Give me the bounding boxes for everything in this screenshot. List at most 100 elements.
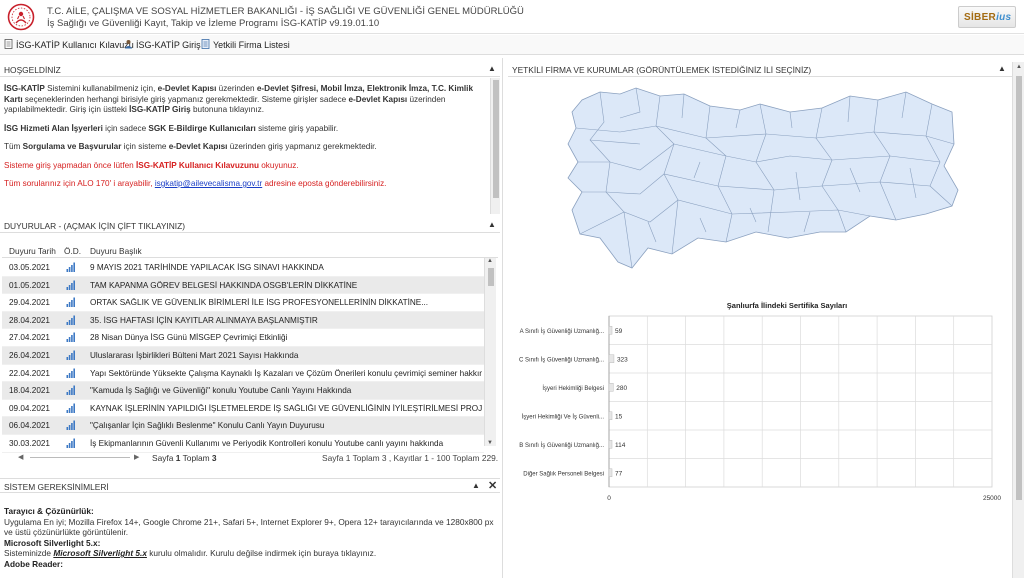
data-label: 323 — [617, 356, 628, 363]
right-scrollbar[interactable]: ▲ — [1012, 62, 1024, 578]
table-row[interactable]: 18.04.2021 "Kamuda İş Sağlığı ve Güvenliğ… — [2, 382, 484, 400]
prev-page-icon[interactable]: ◀ — [18, 453, 23, 461]
system-requirements-text: Tarayıcı & Çözünürlük: Uygulama En iyi; … — [4, 506, 494, 569]
next-page-icon[interactable]: ▶ — [134, 453, 139, 461]
announcements-panel-header: DUYURULAR - (AÇMAK İÇİN ÇİFT TIKLAYINIZ)… — [0, 218, 500, 233]
system-panel-title: SİSTEM GEREKSİNİMLERİ — [4, 482, 109, 492]
category-label: İşyeri Hekimliği Belgesi — [542, 385, 604, 392]
announcements-grid-header: Duyuru Tarih Ö.D. Duyuru Başlık — [2, 242, 498, 258]
table-row[interactable]: 29.04.2021 ORTAK SAĞLIK VE GÜVENLİK BİRİM… — [2, 294, 484, 312]
scroll-up-icon[interactable]: ▲ — [487, 258, 493, 264]
collapse-icon[interactable]: ▲ — [998, 64, 1006, 73]
bar — [608, 383, 614, 392]
row-date: 22.04.2021 — [9, 368, 50, 378]
category-label: Diğer Sağlık Personeli Belgesi — [523, 471, 604, 477]
table-row[interactable]: 03.05.2021 9 MAYIS 2021 TARİHİNDE YAPILAC… — [2, 259, 484, 277]
right-scroll-thumb[interactable] — [1016, 76, 1022, 500]
row-date: 29.04.2021 — [9, 298, 50, 308]
table-row[interactable]: 28.04.2021 35. İSG HAFTASI İÇİN KAYITLAR … — [2, 311, 484, 330]
row-title: 9 MAYIS 2021 TARİHİNDE YAPILACAK İSG SIN… — [90, 263, 324, 272]
org-title: T.C. AİLE, ÇALIŞMA VE SOSYAL HİZMETLER B… — [47, 6, 524, 17]
data-label: 15 — [615, 413, 623, 420]
category-label: B Sınıfı İş Güvenliği Uzmanlığ... — [519, 442, 604, 449]
table-row[interactable]: 01.05.2021 TAM KAPANMA GÖREV BELGESİ HAKK… — [2, 276, 484, 295]
signal-bars-icon — [66, 332, 75, 343]
collapse-icon[interactable]: ▲ — [472, 481, 480, 490]
row-title: 35. İSG HAFTASI İÇİN KAYITLAR ALINMAYA B… — [90, 315, 318, 325]
system-panel-header: SİSTEM GEREKSİNİMLERİ ▲ ✕ — [0, 478, 500, 493]
row-title: 28 Nisan Dünya İSG Günü MİSGEP Çevrimiçi… — [90, 333, 288, 343]
signal-bars-icon — [66, 297, 75, 308]
row-date: 27.04.2021 — [9, 333, 50, 343]
data-label: 280 — [616, 385, 627, 392]
row-title: Yapı Sektöründe Yüksekte Çalışma Kaynakl… — [90, 368, 482, 378]
document-icon — [4, 39, 13, 49]
scroll-down-icon[interactable]: ▼ — [487, 440, 493, 446]
collapse-icon[interactable]: ▲ — [488, 220, 496, 229]
row-date: 03.05.2021 — [9, 263, 50, 272]
row-date: 09.04.2021 — [9, 403, 50, 413]
data-label: 59 — [615, 328, 623, 335]
signal-bars-icon — [66, 368, 75, 378]
row-date: 18.04.2021 — [9, 386, 50, 396]
bar — [608, 411, 613, 420]
welcome-panel-header: HOŞGELDİNİZ ▲ — [0, 62, 500, 77]
firms-panel-title: YETKİLİ FİRMA VE KURUMLAR (GÖRÜNTÜLEMEK … — [512, 65, 812, 75]
table-row[interactable]: 09.04.2021 KAYNAK İŞLERİNİN YAPILDIĞI İŞL… — [2, 400, 484, 418]
table-row[interactable]: 22.04.2021 Yapı Sektöründe Yüksekte Çalış… — [2, 365, 484, 383]
data-label: 77 — [615, 470, 623, 477]
row-title: "Kamuda İş Sağlığı ve Güvenliği" konulu … — [90, 386, 352, 396]
category-label: İşyeri Hekimliği Ve İş Güvenli... — [522, 413, 605, 420]
table-row[interactable]: 26.04.2021 Uluslararası İşbirlikleri Bült… — [2, 347, 484, 365]
welcome-panel-title: HOŞGELDİNİZ — [4, 65, 61, 75]
authorized-firms-link[interactable]: Yetkili Firma Listesi — [201, 39, 290, 50]
col-header-od[interactable]: Ö.D. — [64, 246, 81, 256]
row-date: 01.05.2021 — [9, 280, 50, 290]
row-title: ORTAK SAĞLIK VE GÜVENLİK BİRİMLERİ İLE İ… — [90, 298, 429, 308]
row-title: Uluslararası İşbirlikleri Bülteni Mart 2… — [90, 351, 299, 360]
support-email-link[interactable]: isgkatip@ailevecalisma.gov.tr — [155, 179, 262, 188]
user-guide-link[interactable]: İSG-KATİP Kullanıcı Kılavuzu — [4, 39, 134, 50]
chart-title: Şanlıurfa İlindeki Sertifika Sayıları — [726, 301, 848, 310]
bar — [608, 468, 613, 477]
login-link[interactable]: İSG-KATİP Giriş — [124, 39, 201, 50]
table-row[interactable]: 27.04.2021 28 Nisan Dünya İSG Günü MİSGEP… — [2, 329, 484, 347]
silverlight-link[interactable]: Microsoft Silverlight 5.x — [53, 548, 147, 558]
bar — [608, 440, 613, 449]
app-window: T.C. AİLE, ÇALIŞMA VE SOSYAL HİZMETLER B… — [0, 0, 1024, 578]
siber-logo: SİBERius — [958, 6, 1016, 28]
row-title: "Çalışanlar İçin Sağlıklı Beslenme" Konu… — [90, 421, 325, 431]
user-login-icon — [124, 40, 133, 49]
row-date: 06.04.2021 — [9, 421, 50, 431]
map-outline — [567, 87, 959, 269]
announcements-scrollbar[interactable]: ▲ ▼ — [484, 258, 496, 446]
category-label: A Sınıfı İş Güvenliği Uzmanlığ... — [520, 328, 605, 335]
scroll-up-icon[interactable]: ▲ — [1016, 64, 1022, 70]
announcements-panel-title: DUYURULAR - (AÇMAK İÇİN ÇİFT TIKLAYINIZ) — [4, 221, 186, 231]
ministry-emblem-icon — [7, 3, 35, 31]
page-header: T.C. AİLE, ÇALIŞMA VE SOSYAL HİZMETLER B… — [0, 0, 1024, 34]
pager-track — [30, 457, 130, 458]
x-tick-label: 0 — [607, 495, 611, 502]
plot-area — [608, 315, 993, 488]
announcements-scroll-thumb[interactable] — [488, 268, 494, 286]
pager-left-text: Sayfa 1 Toplam 3 — [152, 453, 217, 463]
program-title: İş Sağlığı ve Güvenliği Kayıt, Takip ve … — [47, 18, 380, 29]
table-row[interactable]: 06.04.2021 "Çalışanlar İçin Sağlıklı Besl… — [2, 417, 484, 435]
signal-bars-icon — [66, 420, 75, 431]
row-title: İş Ekipmanlarının Güvenli Kullanımı ve P… — [90, 439, 444, 448]
col-header-title[interactable]: Duyuru Başlık — [90, 246, 142, 256]
firms-panel-header: YETKİLİ FİRMA VE KURUMLAR (GÖRÜNTÜLEMEK … — [508, 62, 1012, 77]
pager-summary: Sayfa 1 Toplam 3 , Kayıtlar 1 - 100 Topl… — [322, 453, 499, 463]
turkey-province-map[interactable] — [560, 82, 960, 282]
close-icon[interactable]: ✕ — [488, 479, 497, 492]
col-header-date[interactable]: Duyuru Tarih — [9, 246, 56, 256]
row-date: 26.04.2021 — [9, 351, 50, 360]
welcome-scrollbar[interactable] — [490, 78, 500, 214]
announcements-pager: ◀ ▶ Sayfa 1 Toplam 3 Sayfa 1 Toplam 3 , … — [0, 450, 500, 466]
welcome-scroll-thumb[interactable] — [493, 80, 499, 198]
signal-bars-icon — [66, 438, 75, 448]
collapse-icon[interactable]: ▲ — [488, 64, 496, 73]
signal-bars-icon — [66, 385, 75, 396]
category-label: C Sınıfı İş Güvenliği Uzmanlığ... — [519, 356, 604, 363]
